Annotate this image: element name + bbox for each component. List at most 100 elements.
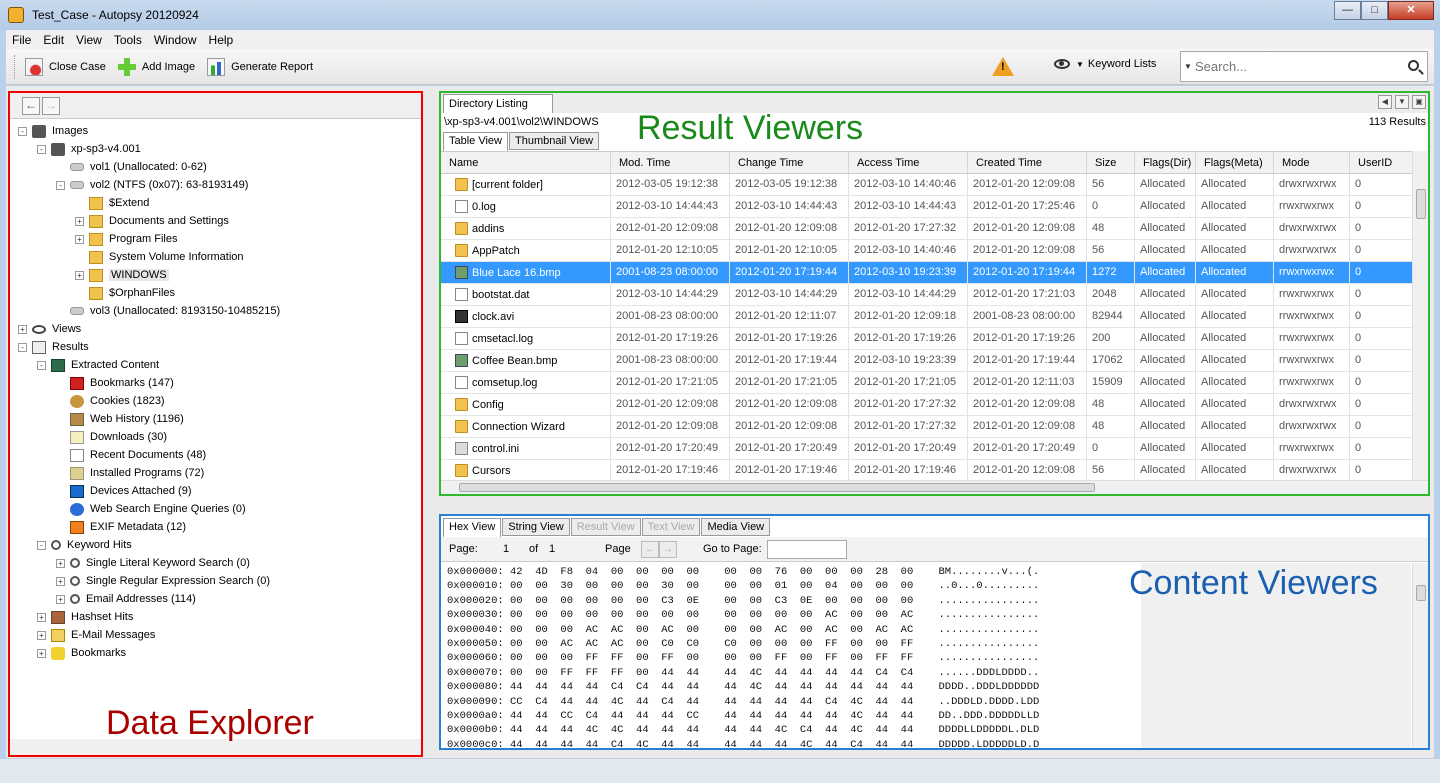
next-page-icon[interactable]: → [659, 541, 677, 558]
maximize-panel-icon[interactable]: ▣ [1412, 95, 1426, 109]
table-row[interactable]: Coffee Bean.bmp 2001-08-23 08:00:00 2012-0… [441, 350, 1428, 372]
table-row[interactable]: 0.log 2012-03-10 14:44:43 2012-03-10 14:44… [441, 196, 1428, 218]
goto-page-input[interactable] [767, 540, 847, 559]
table-row[interactable]: control.ini 2012-01-20 17:20:49 2012-01-20… [441, 438, 1428, 460]
scroll-tabs-left-icon[interactable]: ◀ [1378, 95, 1392, 109]
tree-node[interactable]: - Images [10, 122, 421, 140]
table-row[interactable]: AppPatch 2012-01-20 12:10:05 2012-01-20 12… [441, 240, 1428, 262]
tab-hex-view[interactable]: Hex View [443, 518, 502, 538]
tree-node[interactable]: $OrphanFiles [10, 284, 421, 302]
back-arrow-icon[interactable]: ← [22, 96, 40, 115]
maximize-button[interactable]: □ [1361, 1, 1388, 20]
tree-node[interactable]: + WINDOWS [10, 266, 421, 284]
table-row[interactable]: Config 2012-01-20 12:09:08 2012-01-20 12:0… [441, 394, 1428, 416]
column-header[interactable]: Size [1087, 152, 1135, 173]
table-row[interactable]: addins 2012-01-20 12:09:08 2012-01-20 12:0… [441, 218, 1428, 240]
tree-node[interactable]: + Single Literal Keyword Search (0) [10, 554, 421, 572]
minimize-button[interactable]: — [1334, 1, 1361, 20]
generate-report-button[interactable]: Generate Report [203, 54, 321, 80]
collapse-icon[interactable]: - [37, 360, 46, 370]
results-horizontal-scrollbar[interactable] [441, 480, 1428, 494]
table-row[interactable]: clock.avi 2001-08-23 08:00:00 2012-01-20 1… [441, 306, 1428, 328]
table-row[interactable]: Cursors 2012-01-20 17:19:46 2012-01-20 17:… [441, 460, 1428, 482]
tab-directory-listing[interactable]: Directory Listing [443, 94, 553, 113]
table-row[interactable]: [current folder] 2012-03-05 19:12:38 2012-… [441, 174, 1428, 196]
expand-icon[interactable]: + [18, 324, 27, 334]
expand-icon[interactable]: + [75, 270, 84, 280]
tree-node[interactable]: System Volume Information [10, 248, 421, 266]
tree-node[interactable]: - Extracted Content [10, 356, 421, 374]
menu-file[interactable]: File [6, 33, 37, 47]
scrollbar-thumb[interactable] [1416, 189, 1426, 219]
results-vertical-scrollbar[interactable] [1412, 151, 1428, 491]
column-header[interactable]: Change Time [730, 152, 849, 173]
tab-table-view[interactable]: Table View [443, 132, 508, 152]
prev-page-icon[interactable]: ← [641, 541, 659, 558]
add-image-button[interactable]: Add Image [114, 54, 203, 80]
tab-thumbnail-view[interactable]: Thumbnail View [509, 132, 600, 150]
column-header[interactable]: Flags(Dir) [1135, 152, 1196, 173]
search-dropdown-icon[interactable]: ▼ [1181, 62, 1195, 71]
close-case-button[interactable]: Close Case [21, 54, 114, 80]
column-header[interactable]: Mode [1274, 152, 1350, 173]
tree-node[interactable]: + Bookmarks [10, 644, 421, 662]
tree-node[interactable]: + Views [10, 320, 421, 338]
column-header[interactable]: Name [441, 152, 611, 173]
search-icon[interactable] [1408, 60, 1419, 71]
tree-node[interactable]: + Hashset Hits [10, 608, 421, 626]
menu-view[interactable]: View [70, 33, 108, 47]
tree-node[interactable]: Bookmarks (147) [10, 374, 421, 392]
tree-node[interactable]: + Email Addresses (114) [10, 590, 421, 608]
table-row[interactable]: Blue Lace 16.bmp 2001-08-23 08:00:00 2012-… [441, 262, 1428, 284]
table-row[interactable]: comsetup.log 2012-01-20 17:21:05 2012-01-2… [441, 372, 1428, 394]
expand-icon[interactable]: + [56, 576, 65, 586]
tree-node[interactable]: vol3 (Unallocated: 8193150-10485215) [10, 302, 421, 320]
tree-node[interactable]: - xp-sp3-v4.001 [10, 140, 421, 158]
tree-node[interactable]: EXIF Metadata (12) [10, 518, 421, 536]
tree-node[interactable]: Devices Attached (9) [10, 482, 421, 500]
expand-icon[interactable]: + [37, 648, 46, 658]
table-row[interactable]: cmsetacl.log 2012-01-20 17:19:26 2012-01-2… [441, 328, 1428, 350]
expand-icon[interactable]: + [56, 558, 65, 568]
column-header[interactable]: Access Time [849, 152, 968, 173]
expand-icon[interactable]: + [75, 216, 84, 226]
forward-arrow-icon[interactable]: → [42, 96, 60, 115]
expand-icon[interactable]: + [37, 630, 46, 640]
tree-node[interactable]: Cookies (1823) [10, 392, 421, 410]
menu-window[interactable]: Window [148, 33, 203, 47]
expand-icon[interactable]: + [37, 612, 46, 622]
expand-icon[interactable]: + [56, 594, 65, 604]
collapse-icon[interactable]: - [37, 540, 46, 550]
collapse-icon[interactable]: - [18, 342, 27, 352]
collapse-icon[interactable]: - [18, 126, 27, 136]
table-row[interactable]: Connection Wizard 2012-01-20 12:09:08 2012… [441, 416, 1428, 438]
close-window-button[interactable]: ✕ [1388, 1, 1434, 20]
table-row[interactable]: bootstat.dat 2012-03-10 14:44:29 2012-03-1… [441, 284, 1428, 306]
expand-icon[interactable]: + [75, 234, 84, 244]
tree-node[interactable]: Downloads (30) [10, 428, 421, 446]
warning-icon[interactable] [992, 57, 1014, 76]
menu-tools[interactable]: Tools [108, 33, 148, 47]
tab-media-view[interactable]: Media View [701, 518, 771, 536]
tree-node[interactable]: vol1 (Unallocated: 0-62) [10, 158, 421, 176]
tree-node[interactable]: Web Search Engine Queries (0) [10, 500, 421, 518]
tree-node[interactable]: + E-Mail Messages [10, 626, 421, 644]
tab-string-view[interactable]: String View [502, 518, 570, 536]
hex-vertical-scrollbar[interactable] [1412, 563, 1428, 748]
column-header[interactable]: Mod. Time [611, 152, 730, 173]
tree-node[interactable]: Web History (1196) [10, 410, 421, 428]
keyword-lists-button[interactable]: ▼ Keyword Lists [1054, 58, 1156, 70]
collapse-icon[interactable]: - [37, 144, 46, 154]
tree-node[interactable]: + Program Files [10, 230, 421, 248]
tree-node[interactable]: Recent Documents (48) [10, 446, 421, 464]
scrollbar-thumb[interactable] [1416, 585, 1426, 601]
menu-edit[interactable]: Edit [37, 33, 70, 47]
tree-node[interactable]: Installed Programs (72) [10, 464, 421, 482]
column-header[interactable]: Flags(Meta) [1196, 152, 1274, 173]
menu-help[interactable]: Help [203, 33, 240, 47]
tree-node[interactable]: + Single Regular Expression Search (0) [10, 572, 421, 590]
tree-node[interactable]: $Extend [10, 194, 421, 212]
tree-node[interactable]: + Documents and Settings [10, 212, 421, 230]
scrollbar-thumb[interactable] [459, 483, 1095, 492]
search-input[interactable] [1195, 59, 1385, 74]
